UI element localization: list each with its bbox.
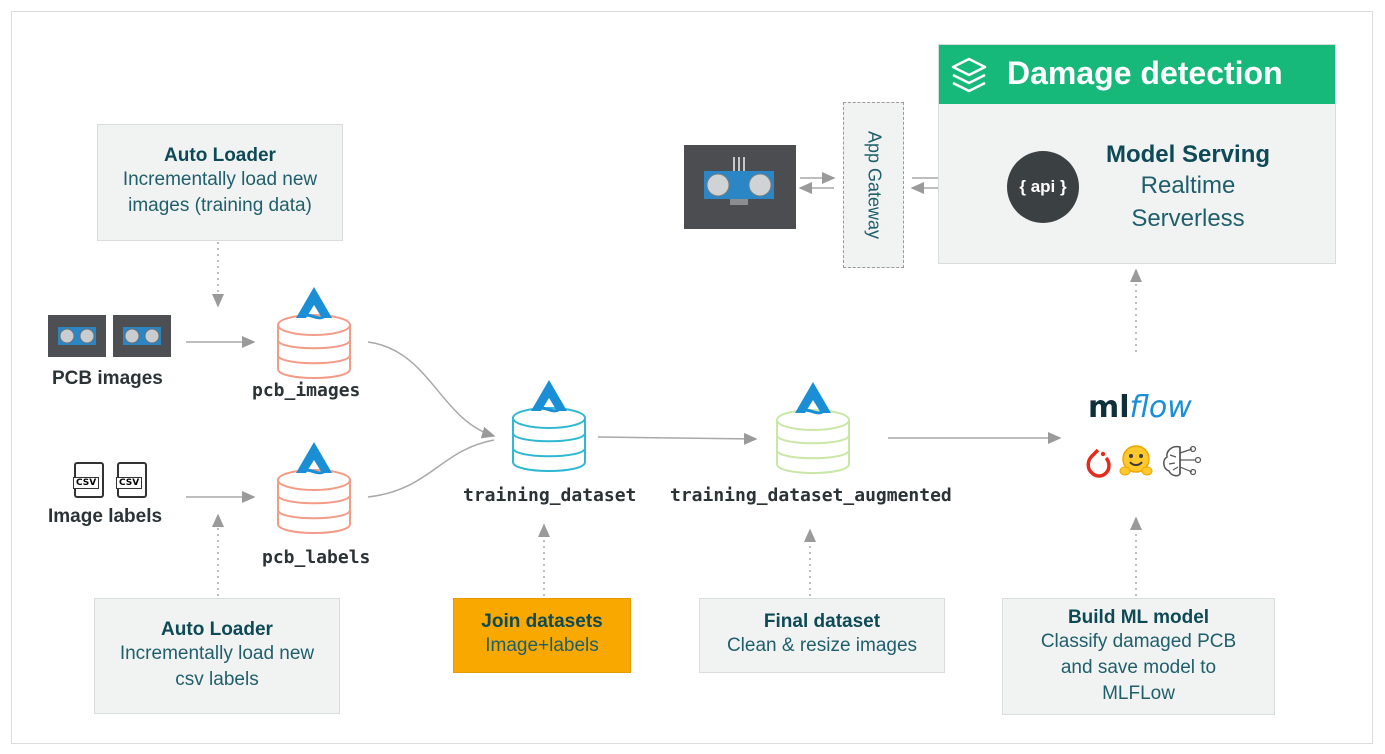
auto-loader-images-title: Auto Loader [164,145,276,166]
layers-icon [951,57,987,93]
api-badge-text: { api } [1019,177,1067,196]
pcb-labels-table-icon [277,442,351,534]
auto-loader-labels-box: Auto Loader Incrementally load new csv l… [94,598,340,714]
build-ml-model-desc: MLFLow [1102,683,1175,704]
api-badge: { api } [1007,151,1079,223]
final-dataset-desc: Clean & resize images [726,635,918,656]
build-ml-model-title: Build ML model [1067,607,1210,628]
build-ml-model-desc: and save model to [1060,657,1217,678]
csv-file-icon-text: CSV [116,477,143,489]
pcb-images-source-label: PCB images [52,368,163,389]
huggingface-icon [1119,445,1153,476]
final-dataset-title: Final dataset [763,611,881,632]
auto-loader-images-desc: Incrementally load new [122,169,318,190]
pcb-images-table-icon [277,287,351,379]
auto-loader-images-desc: images (training data) [128,195,312,216]
model-serving-realtime: Realtime [1140,172,1236,199]
auto-loader-labels-desc: Incrementally load new [119,643,315,664]
model-serving-title: Model Serving [1105,141,1271,168]
pytorch-icon [1086,448,1111,478]
build-ml-model-desc: Classify damaged PCB [1040,631,1237,652]
pcb-image-thumbnail [48,315,106,357]
training-dataset-augmented-table-label: training_dataset_augmented [670,485,952,506]
training-dataset-table-label: training_dataset [463,485,637,506]
app-gateway-label: App Gateway [864,130,884,240]
csv-file-icon: CSV [73,462,104,498]
brain-icon [1163,445,1202,477]
connector-pcb-images-to-training [367,341,496,439]
image-labels-source-label: Image labels [48,506,163,527]
final-dataset-box: Final dataset Clean & resize images [699,598,945,673]
app-gateway-box: App Gateway [843,102,904,268]
connector-training-to-augmented [597,432,758,445]
damage-detection-panel: Damage detection { api } Model Serving R… [938,44,1336,264]
build-ml-model-box: Build ML model Classify damaged PCB and … [1002,598,1275,715]
damage-detection-title: Damage detection [1007,55,1283,91]
model-serving-text: Model Serving Realtime Serverless [1089,141,1287,235]
auto-loader-labels-title: Auto Loader [161,619,273,640]
training-dataset-augmented-table-icon [776,382,850,474]
mlflow-logo-ml: ml [1088,390,1130,425]
join-datasets-title: Join datasets [481,611,603,632]
damage-detection-header: Damage detection [939,45,1335,104]
join-datasets-box: Join datasets Image+labels [453,598,631,673]
mlflow-logo: mlflow [1088,390,1192,425]
pcb-images-table-label: pcb_images [252,380,361,401]
join-datasets-desc: Image+labels [485,635,599,656]
csv-file-icon: CSV [116,462,147,498]
auto-loader-labels-desc: csv labels [175,669,259,690]
pcb-image-thumbnail [113,315,171,357]
auto-loader-images-box: Auto Loader Incrementally load new image… [97,124,343,241]
pcb-labels-table-label: pcb_labels [262,547,371,568]
sensor-device-image [684,145,796,229]
mlflow-logo-flow: flow [1129,390,1192,425]
model-serving-serverless: Serverless [1131,205,1245,232]
csv-file-icon-text: CSV [73,477,100,489]
training-dataset-table-icon [512,380,586,472]
